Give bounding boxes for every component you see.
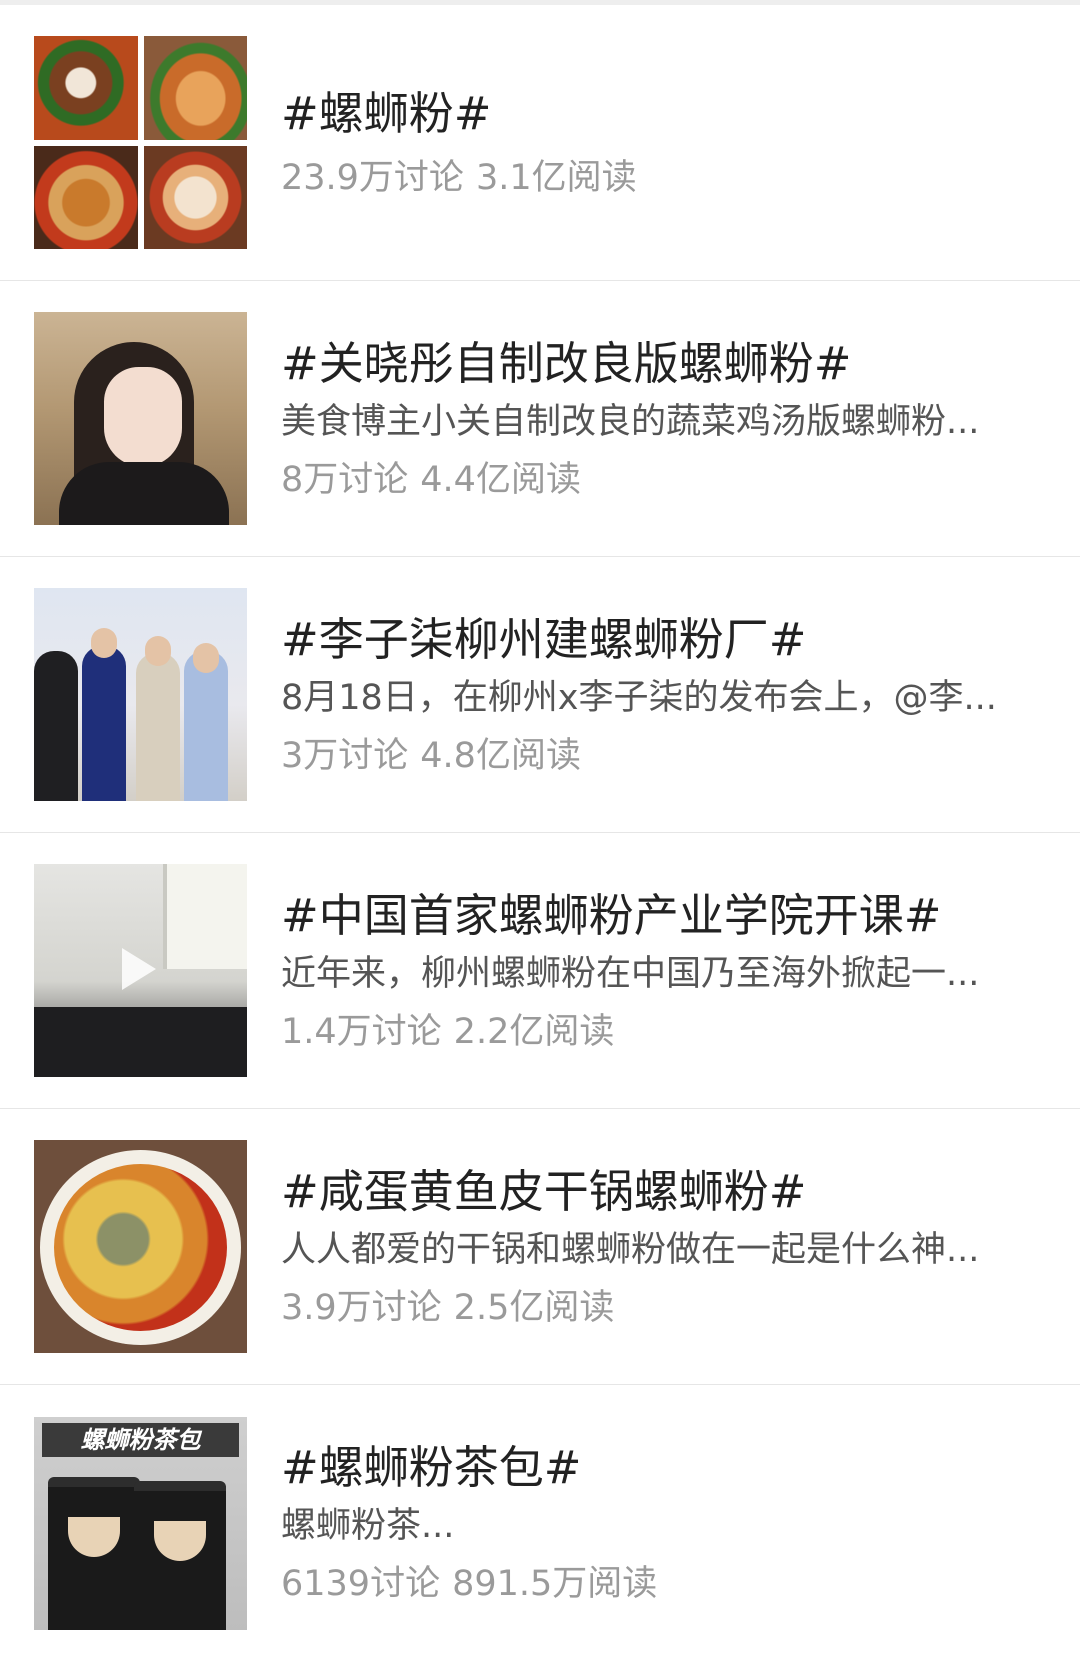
noodle-bowl-image (34, 1140, 247, 1353)
topic-description: 近年来，柳州螺蛳粉在中国乃至海外掀起一... (281, 953, 980, 994)
topic-item[interactable]: #螺蛳粉# 23.9万讨论 3.1亿阅读 (0, 5, 1080, 281)
topic-info: #咸蛋黄鱼皮干锅螺蛳粉# 人人都爱的干锅和螺蛳粉做在一起是什么神... 3.9万… (281, 1163, 1030, 1331)
discussion-count: 6139讨论 (281, 1564, 441, 1604)
video-play-icon[interactable] (122, 948, 156, 990)
read-count: 4.8亿阅读 (420, 735, 581, 776)
topic-title: #中国首家螺蛳粉产业学院开课# (281, 888, 942, 942)
discussion-count: 3万讨论 (281, 735, 409, 776)
read-count: 4.4亿阅读 (420, 459, 581, 500)
topic-info: #中国首家螺蛳粉产业学院开课# 近年来，柳州螺蛳粉在中国乃至海外掀起一... 1… (281, 887, 1030, 1055)
topic-title: #李子柒柳州建螺蛳粉厂# (281, 612, 807, 666)
topic-title: #关晓彤自制改良版螺蛳粉# (281, 336, 852, 390)
topic-title: #咸蛋黄鱼皮干锅螺蛳粉# (281, 1164, 807, 1218)
press-event-image (34, 588, 247, 801)
tea-pack-image: 螺蛳粉茶包 (34, 1416, 247, 1630)
topic-item[interactable]: #中国首家螺蛳粉产业学院开课# 近年来，柳州螺蛳粉在中国乃至海外掀起一... 1… (0, 833, 1080, 1109)
topic-info: #螺蛳粉茶包# 螺蛳粉茶... 6139讨论 891.5万阅读 (281, 1439, 1030, 1607)
lecture-video-thumbnail[interactable] (34, 864, 247, 1077)
read-count: 3.1亿阅读 (475, 157, 637, 198)
topic-info: #关晓彤自制改良版螺蛳粉# 美食博主小关自制改良的蔬菜鸡汤版螺蛳粉... 8万讨… (281, 335, 1030, 503)
read-count: 891.5万阅读 (452, 1564, 658, 1604)
topic-stats: 23.9万讨论 3.1亿阅读 (281, 155, 1030, 201)
read-count: 2.5亿阅读 (453, 1287, 615, 1328)
topic-stats: 6139讨论 891.5万阅读 (281, 1561, 1030, 1607)
topic-description: 螺蛳粉茶... (281, 1506, 455, 1546)
topic-description: 美食博主小关自制改良的蔬菜鸡汤版螺蛳粉... (281, 401, 980, 442)
food-collage-image (34, 36, 247, 249)
discussion-count: 3.9万讨论 (281, 1287, 442, 1328)
topic-stats: 1.4万讨论 2.2亿阅读 (281, 1009, 1030, 1055)
read-count: 2.2亿阅读 (453, 1011, 615, 1052)
topic-list: #螺蛳粉# 23.9万讨论 3.1亿阅读 #关晓彤自制改良版螺蛳粉# 美食博主小关… (0, 5, 1080, 1661)
discussion-count: 8万讨论 (281, 459, 409, 500)
topic-item[interactable]: #李子柒柳州建螺蛳粉厂# 8月18日，在柳州x李子柒的发布会上，@李... 3万… (0, 557, 1080, 833)
topic-info: #李子柒柳州建螺蛳粉厂# 8月18日，在柳州x李子柒的发布会上，@李... 3万… (281, 611, 1030, 779)
topic-item[interactable]: 螺蛳粉茶包 #螺蛳粉茶包# 螺蛳粉茶... 6139讨论 891.5万阅读 (0, 1385, 1080, 1661)
discussion-count: 1.4万讨论 (281, 1011, 442, 1052)
topic-info: #螺蛳粉# 23.9万讨论 3.1亿阅读 (281, 85, 1030, 201)
portrait-image (34, 312, 247, 525)
topic-stats: 3.9万讨论 2.5亿阅读 (281, 1285, 1030, 1331)
thumbnail-caption: 螺蛳粉茶包 (42, 1422, 239, 1457)
topic-title: #螺蛳粉# (281, 86, 492, 140)
topic-description: 8月18日，在柳州x李子柒的发布会上，@李... (281, 677, 997, 718)
topic-stats: 3万讨论 4.8亿阅读 (281, 733, 1030, 779)
discussion-count: 23.9万讨论 (281, 157, 464, 198)
topic-description: 人人都爱的干锅和螺蛳粉做在一起是什么神... (281, 1229, 980, 1270)
topic-item[interactable]: #关晓彤自制改良版螺蛳粉# 美食博主小关自制改良的蔬菜鸡汤版螺蛳粉... 8万讨… (0, 281, 1080, 557)
topic-item[interactable]: #咸蛋黄鱼皮干锅螺蛳粉# 人人都爱的干锅和螺蛳粉做在一起是什么神... 3.9万… (0, 1109, 1080, 1385)
topic-stats: 8万讨论 4.4亿阅读 (281, 457, 1030, 503)
topic-title: #螺蛳粉茶包# (281, 1441, 582, 1494)
